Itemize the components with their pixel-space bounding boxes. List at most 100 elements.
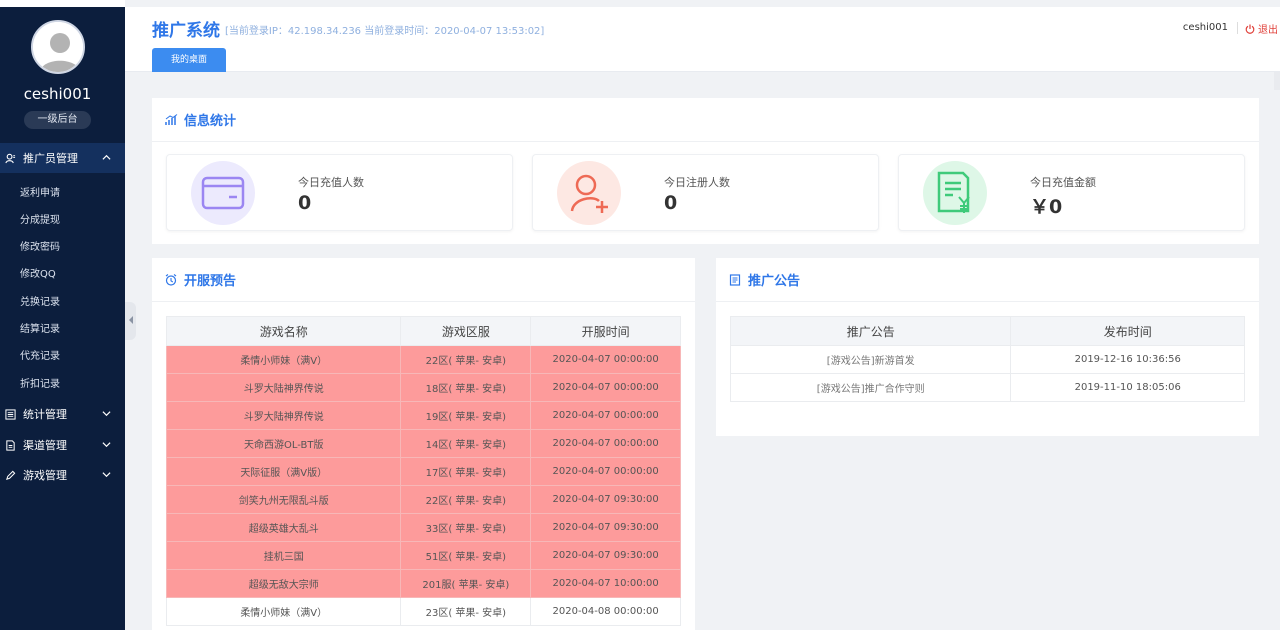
list-icon bbox=[3, 407, 17, 421]
sidebar-group-channels[interactable]: 渠道管理 bbox=[0, 430, 125, 460]
table-cell-time: 2020-04-07 09:30:00 bbox=[530, 541, 681, 570]
stat-card-register-users: 今日注册人数 0 bbox=[532, 154, 879, 231]
bar-chart-icon bbox=[164, 113, 178, 127]
stat-label: 今日注册人数 bbox=[664, 176, 730, 189]
sidebar-group-label: 推广员管理 bbox=[23, 152, 78, 165]
table-row: 挂机三国 51区( 苹果- 安卓) 2020-04-07 09:30:00 bbox=[165, 541, 681, 570]
stat-label: 今日充值金额 bbox=[1030, 176, 1096, 189]
scroll-edge bbox=[1274, 72, 1280, 90]
stat-value: 0 bbox=[298, 192, 312, 214]
table-cell-name: 柔情小师妹（满V） bbox=[165, 597, 402, 626]
card-icon bbox=[191, 161, 255, 225]
table-cell-server: 19区( 苹果- 安卓) bbox=[400, 401, 532, 430]
alarm-clock-icon bbox=[164, 273, 178, 287]
chevron-left-icon bbox=[128, 315, 134, 327]
role-badge: 一级后台 bbox=[24, 111, 91, 129]
table-cell-server: 14区( 苹果- 安卓) bbox=[400, 429, 532, 458]
table-cell-server: 51区( 苹果- 安卓) bbox=[400, 541, 532, 570]
stats-title: 信息统计 bbox=[184, 114, 237, 129]
table-cell-time: 2020-04-07 00:00:00 bbox=[530, 457, 681, 486]
avatar-icon bbox=[33, 22, 83, 72]
tab-my-desktop[interactable]: 我的桌面 bbox=[152, 48, 226, 72]
table-cell-server: 22区( 苹果- 安卓) bbox=[400, 345, 532, 374]
add-user-icon bbox=[557, 161, 621, 225]
sidebar-collapse-handle[interactable] bbox=[125, 302, 136, 340]
sidebar-item-password[interactable]: 修改密码 bbox=[20, 238, 60, 253]
table-cell-name: 挂机三国 bbox=[165, 541, 402, 570]
column-header: 推广公告 bbox=[729, 316, 1012, 346]
sidebar-group-promoters[interactable]: 推广员管理 bbox=[0, 143, 125, 173]
table-cell-time: 2020-04-08 00:00:00 bbox=[530, 597, 681, 626]
notice-title: 推广公告 bbox=[748, 274, 801, 289]
chevron-down-icon bbox=[102, 408, 111, 421]
sidebar-group-games[interactable]: 游戏管理 bbox=[0, 460, 125, 490]
chevron-up-icon bbox=[102, 152, 111, 165]
table-row: 天际征服（满V版） 17区( 苹果- 安卓) 2020-04-07 00:00:00 bbox=[165, 457, 681, 486]
table-cell-name: 柔情小师妹（满V） bbox=[165, 345, 402, 374]
table-cell-time: 2020-04-07 00:00:00 bbox=[530, 373, 681, 402]
sidebar-item-rebate[interactable]: 返利申请 bbox=[20, 184, 60, 199]
sidebar-item-discount[interactable]: 折扣记录 bbox=[20, 375, 60, 390]
app-title: 推广系统 bbox=[152, 21, 220, 41]
server-forecast-title: 开服预告 bbox=[184, 274, 237, 289]
table-cell-server: 22区( 苹果- 安卓) bbox=[400, 485, 532, 514]
notice-icon bbox=[728, 273, 742, 287]
table-row: 超级无敌大宗师 201服( 苹果- 安卓) 2020-04-07 10:00:00 bbox=[165, 569, 681, 598]
chevron-down-icon bbox=[102, 439, 111, 452]
sidebar-item-withdraw[interactable]: 分成提现 bbox=[20, 211, 60, 226]
sidebar-item-exchange[interactable]: 兑换记录 bbox=[20, 293, 60, 308]
stat-value: ￥0 bbox=[1030, 196, 1063, 218]
table-cell-title[interactable]: [游戏公告]推广合作守则 bbox=[729, 373, 1012, 402]
table-cell-server: 23区( 苹果- 安卓) bbox=[400, 597, 532, 626]
stat-value: 0 bbox=[664, 192, 678, 214]
logout-label: 退出 bbox=[1258, 25, 1278, 36]
sidebar-item-settlement[interactable]: 结算记录 bbox=[20, 320, 60, 335]
column-header: 游戏名称 bbox=[165, 316, 402, 346]
user-icon bbox=[3, 151, 17, 165]
table-cell-name: 斗罗大陆神界传说 bbox=[165, 373, 402, 402]
notice-table: 推广公告 发布时间 [游戏公告]新游首发 2019-12-16 10:36:56[… bbox=[729, 316, 1245, 402]
sidebar-item-recharge[interactable]: 代充记录 bbox=[20, 347, 60, 362]
table-row[interactable]: [游戏公告]推广合作守则 2019-11-10 18:05:06 bbox=[729, 373, 1245, 402]
header-username[interactable]: ceshi001 bbox=[1183, 22, 1228, 33]
sidebar-group-label: 统计管理 bbox=[23, 408, 67, 421]
receipt-yen-icon bbox=[923, 161, 987, 225]
table-row: 柔情小师妹（满V） 22区( 苹果- 安卓) 2020-04-07 00:00:00 bbox=[165, 345, 681, 374]
table-header-row: 游戏名称 游戏区服 开服时间 bbox=[165, 316, 681, 346]
sidebar-group-stats[interactable]: 统计管理 bbox=[0, 399, 125, 429]
table-cell-title[interactable]: [游戏公告]新游首发 bbox=[729, 345, 1012, 374]
chevron-down-icon bbox=[102, 469, 111, 482]
table-cell-server: 17区( 苹果- 安卓) bbox=[400, 457, 532, 486]
table-cell-name: 超级英雄大乱斗 bbox=[165, 513, 402, 542]
column-header: 发布时间 bbox=[1010, 316, 1245, 346]
table-row[interactable]: [游戏公告]新游首发 2019-12-16 10:36:56 bbox=[729, 345, 1245, 374]
avatar[interactable] bbox=[31, 20, 85, 74]
sidebar: ceshi001 一级后台 推广员管理 返利申请 分成提现 修改密码 修改QQ … bbox=[0, 0, 125, 630]
sidebar-item-qq[interactable]: 修改QQ bbox=[20, 265, 56, 280]
table-row: 剑笑九州无限乱斗版 22区( 苹果- 安卓) 2020-04-07 09:30:00 bbox=[165, 485, 681, 514]
table-cell-time: 2020-04-07 09:30:00 bbox=[530, 513, 681, 542]
notice-header: 推广公告 bbox=[716, 258, 1259, 302]
table-cell-time: 2020-04-07 00:00:00 bbox=[530, 345, 681, 374]
document-icon bbox=[3, 438, 17, 452]
sidebar-group-label: 游戏管理 bbox=[23, 469, 67, 482]
table-cell-server: 33区( 苹果- 安卓) bbox=[400, 513, 532, 542]
table-cell-name: 天际征服（满V版） bbox=[165, 457, 402, 486]
table-cell-server: 18区( 苹果- 安卓) bbox=[400, 373, 532, 402]
table-row: 斗罗大陆神界传说 19区( 苹果- 安卓) 2020-04-07 00:00:00 bbox=[165, 401, 681, 430]
power-icon bbox=[1245, 24, 1255, 34]
table-header-row: 推广公告 发布时间 bbox=[729, 316, 1245, 346]
table-cell-time: 2020-04-07 00:00:00 bbox=[530, 429, 681, 458]
table-row: 天命西游OL-BT版 14区( 苹果- 安卓) 2020-04-07 00:00:0… bbox=[165, 429, 681, 458]
pencil-icon bbox=[3, 468, 17, 482]
stat-label: 今日充值人数 bbox=[298, 176, 364, 189]
stat-card-recharge-amount: 今日充值金额 ￥0 bbox=[898, 154, 1245, 231]
table-cell-time: 2019-12-16 10:36:56 bbox=[1010, 345, 1245, 374]
logout-button[interactable]: 退出 bbox=[1245, 21, 1278, 36]
table-cell-time: 2019-11-10 18:05:06 bbox=[1010, 373, 1245, 402]
sidebar-group-label: 渠道管理 bbox=[23, 439, 67, 452]
table-row: 柔情小师妹（满V） 23区( 苹果- 安卓) 2020-04-08 00:00:00 bbox=[165, 597, 681, 626]
stats-panel-header: 信息统计 bbox=[152, 98, 1259, 142]
table-cell-server: 201服( 苹果- 安卓) bbox=[400, 569, 532, 598]
sidebar-username: ceshi001 bbox=[23, 85, 92, 103]
